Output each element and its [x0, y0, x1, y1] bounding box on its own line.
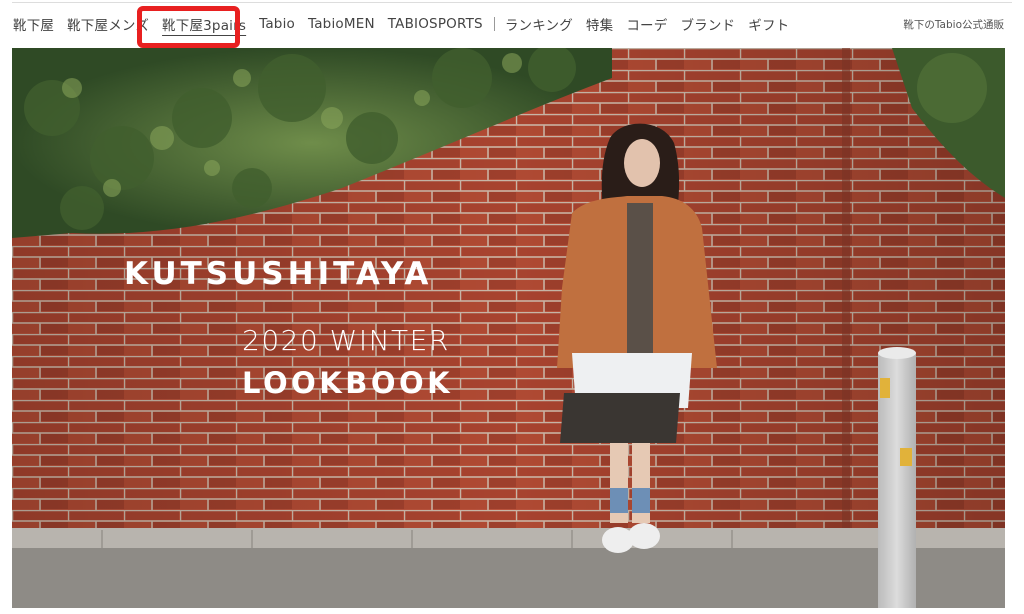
nav-separator	[493, 17, 495, 31]
nav-item-kutsushitaya-3pairs[interactable]: 靴下屋3pairs	[162, 14, 246, 34]
hero-lookbook-title: LOOKBOOK	[242, 366, 454, 400]
nav-item-features[interactable]: 特集	[586, 14, 613, 34]
nav-item-brand[interactable]: ブランド	[680, 14, 735, 34]
hero-season-title: 2020 WINTER	[242, 324, 450, 357]
site-tagline[interactable]: 靴下のTabio公式通販	[903, 17, 1004, 32]
main-nav: 靴下屋 靴下屋メンズ 靴下屋3pairs Tabio TabioMEN TABI…	[13, 0, 802, 48]
nav-item-kutsushitaya-mens[interactable]: 靴下屋メンズ	[67, 14, 149, 34]
hero-brand-title: KUTSUSHITAYA	[124, 256, 433, 292]
nav-item-coordinate[interactable]: コーデ	[626, 14, 667, 34]
nav-item-ranking[interactable]: ランキング	[505, 14, 573, 34]
nav-item-tabiosports[interactable]: TABIOSPORTS	[388, 16, 483, 32]
hero-banner[interactable]: KUTSUSHITAYA 2020 WINTER LOOKBOOK	[12, 48, 1005, 608]
nav-item-kutsushitaya[interactable]: 靴下屋	[13, 14, 54, 34]
nav-item-tabio[interactable]: Tabio	[259, 16, 295, 32]
nav-item-tabiomen[interactable]: TabioMEN	[308, 16, 375, 32]
nav-item-gift[interactable]: ギフト	[748, 14, 789, 34]
hero-image	[12, 48, 1005, 608]
